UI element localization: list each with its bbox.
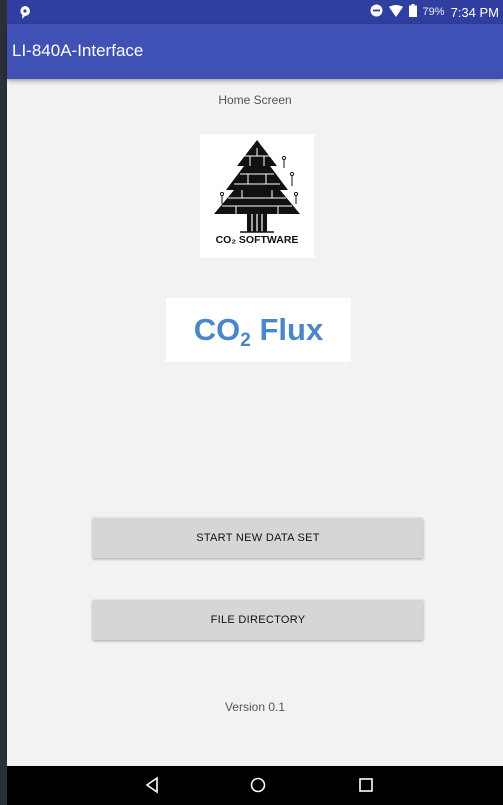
do-not-disturb-icon (370, 4, 383, 20)
status-bar: 79% 7:34 PM (7, 0, 503, 24)
battery-percent: 79% (422, 6, 445, 18)
navigation-bar (7, 766, 503, 805)
flux-subscript: 2 (240, 330, 251, 351)
app-title: LI-840A-Interface (12, 41, 144, 60)
file-directory-button[interactable]: FILE DIRECTORY (93, 600, 423, 640)
co2-software-logo: CO₂ SOFTWARE (200, 134, 314, 258)
notification-icon (17, 4, 33, 20)
back-icon[interactable] (143, 775, 163, 795)
wifi-icon (388, 4, 403, 20)
status-time: 7:34 PM (450, 4, 499, 20)
tree-icon (214, 140, 300, 233)
version-label: Version 0.1 (224, 700, 286, 714)
recents-icon[interactable] (356, 775, 376, 795)
app-bar: LI-840A-Interface (7, 24, 503, 79)
logo-text: CO₂ SOFTWARE (215, 234, 299, 246)
flux-suffix: Flux (250, 312, 324, 347)
battery-icon (408, 4, 417, 20)
co2-flux-title: CO2 Flux (166, 298, 351, 362)
app-screen: 79% 7:34 PM LI-840A-Interface Home Scree… (7, 0, 503, 805)
start-new-data-set-button[interactable]: START NEW DATA SET (93, 518, 423, 558)
home-icon[interactable] (248, 775, 268, 795)
screen-label: Home Screen (218, 93, 292, 107)
flux-prefix: CO (193, 312, 241, 347)
co2-flux-text: CO2 Flux (166, 312, 351, 352)
status-icons: 79% 7:34 PM (370, 3, 499, 21)
